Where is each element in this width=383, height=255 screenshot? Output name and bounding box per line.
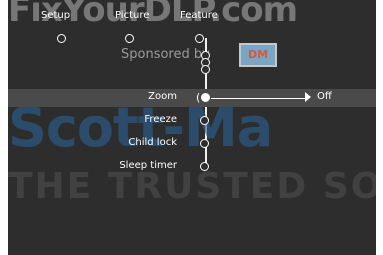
menu-label-child-lock: Child lock [128, 137, 177, 148]
menu-row-child-lock[interactable]: Child lock [8, 135, 376, 153]
tab-picture-marker-icon [125, 34, 134, 43]
tab-setup-marker-icon [57, 34, 66, 43]
tab-feature-marker-icon [195, 34, 204, 43]
tab-feature[interactable]: Feature [180, 10, 218, 21]
zoom-slider[interactable] [211, 98, 306, 99]
menu-node-icon [200, 139, 209, 148]
sponsored-text: Sponsored by [121, 47, 210, 62]
zoom-value: Off [317, 91, 332, 102]
menu-row-freeze[interactable]: Freeze [8, 112, 376, 130]
selected-node-icon [201, 93, 210, 102]
menu-label-zoom: Zoom [148, 91, 177, 102]
tab-setup[interactable]: Setup [41, 10, 70, 21]
watermark-bottom: THE TRUSTED SOU [8, 166, 376, 207]
menu-tabs: Setup Picture Feature [8, 10, 376, 43]
tv-screen: FixYourDLP.com Setup Picture Feature Spo… [8, 0, 376, 255]
menu-node-icon [200, 116, 209, 125]
menu-connector-node-icon [201, 65, 210, 74]
tab-picture[interactable]: Picture [115, 10, 149, 21]
menu-row-zoom[interactable]: Zoom ( Off [8, 89, 376, 107]
sponsor-logo[interactable]: DM [239, 43, 277, 67]
left-bracket-icon: ( [196, 91, 201, 104]
slider-right-arrow-icon[interactable] [305, 92, 311, 102]
menu-label-freeze: Freeze [144, 114, 177, 125]
